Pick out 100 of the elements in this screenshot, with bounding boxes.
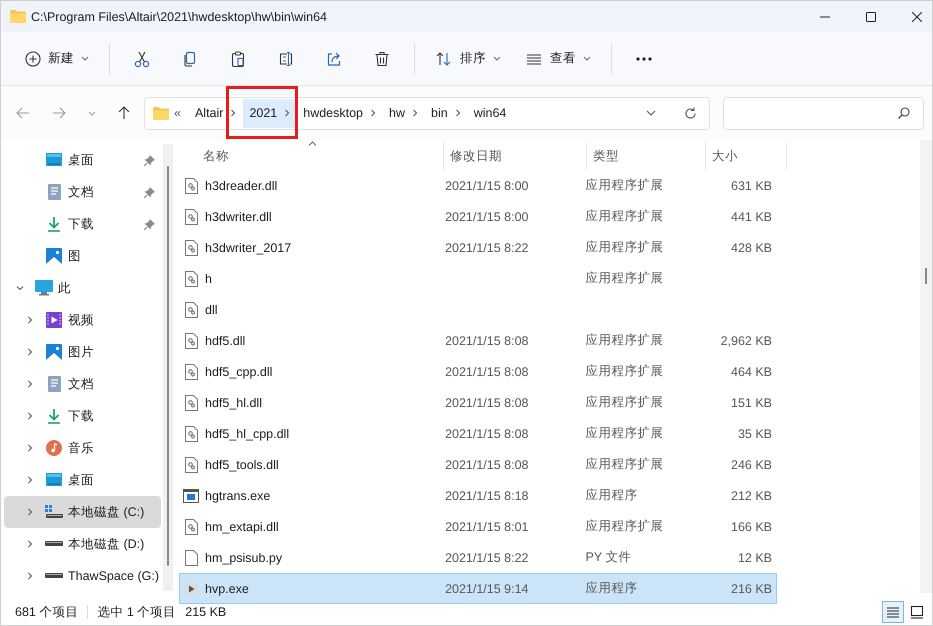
file-type: 应用程序扩展 bbox=[585, 456, 664, 473]
file-row[interactable]: h3dwriter.dll 2021/1/15 8:00 应用程序扩展 441 KB bbox=[179, 201, 777, 232]
scissors-icon bbox=[133, 50, 151, 68]
file-row[interactable]: hm_psisub.py 2021/1/15 8:22 PY 文件 12 KB bbox=[179, 542, 777, 573]
close-icon[interactable] bbox=[912, 12, 922, 22]
sidebar-item[interactable]: 本地磁盘 (C:) bbox=[4, 496, 161, 528]
sidebar-item[interactable]: 桌面 bbox=[4, 464, 161, 496]
drive-icon bbox=[45, 573, 63, 579]
sidebar-item[interactable]: 下载 bbox=[4, 208, 161, 240]
file-row[interactable]: h 应用程序扩展 bbox=[179, 263, 777, 294]
sidebar-label: 本地磁盘 (D:) bbox=[68, 536, 144, 552]
details-view-button[interactable] bbox=[882, 601, 904, 623]
scrollbar[interactable] bbox=[920, 140, 932, 593]
sidebar-item[interactable]: 音乐 bbox=[4, 432, 161, 464]
sidebar-item[interactable]: 此 bbox=[4, 272, 161, 304]
chevron-down-icon[interactable] bbox=[15, 283, 25, 293]
window-file-icon bbox=[183, 488, 199, 502]
chevron-right-icon[interactable] bbox=[25, 571, 35, 581]
refresh-icon[interactable] bbox=[684, 106, 697, 120]
chevron-right-icon[interactable] bbox=[25, 379, 35, 389]
file-row[interactable]: hdf5_tools.dll 2021/1/15 8:08 应用程序扩展 246 KB bbox=[179, 449, 777, 480]
chevron-right-icon[interactable] bbox=[25, 507, 35, 517]
minimize-icon[interactable] bbox=[820, 16, 830, 18]
scrollbar[interactable] bbox=[163, 144, 173, 591]
dropdown-caret-icon[interactable] bbox=[646, 110, 656, 116]
toolbar-button[interactable]: 排序 bbox=[427, 42, 509, 76]
modified-date: 2021/1/15 8:22 bbox=[445, 550, 528, 564]
file-row[interactable]: hvp.exe 2021/1/15 9:14 应用程序 216 KB bbox=[179, 573, 777, 604]
file-row[interactable]: hdf5_hl_cpp.dll 2021/1/15 8:08 应用程序扩展 35 KB bbox=[179, 418, 777, 449]
plus-circle-icon bbox=[25, 50, 41, 66]
file-row[interactable]: h3dreader.dll 2021/1/15 8:00 应用程序扩展 631 KB bbox=[179, 170, 777, 201]
file-row[interactable]: hdf5.dll 2021/1/15 8:08 应用程序扩展 2,962 KB bbox=[179, 325, 777, 356]
sidebar-item[interactable]: 视频 bbox=[4, 304, 161, 336]
column-header[interactable]: 修改日期 bbox=[444, 142, 587, 170]
file-row[interactable]: hm_extapi.dll 2021/1/15 8:01 应用程序扩展 166 KB bbox=[179, 511, 777, 542]
chevron-right-icon[interactable] bbox=[25, 411, 35, 421]
file-type: 应用程序扩展 bbox=[585, 394, 664, 411]
file-size: 441 KB bbox=[731, 210, 772, 224]
chevron-right-icon[interactable] bbox=[25, 475, 35, 485]
chevron-right-icon[interactable] bbox=[25, 443, 35, 453]
recent-caret-icon[interactable] bbox=[88, 110, 96, 116]
breadcrumb-segment[interactable]: hw bbox=[383, 98, 425, 128]
sidebar-item[interactable]: 下载 bbox=[4, 400, 161, 432]
more-dots-icon bbox=[635, 56, 653, 62]
chevron-right-icon[interactable] bbox=[25, 315, 35, 325]
file-name: h bbox=[205, 272, 212, 286]
address-bar[interactable]: « Altair 2021 hwdesktop hw bin win64 bbox=[144, 96, 710, 130]
file-name: h3dwriter_2017 bbox=[205, 240, 292, 254]
file-size: 216 KB bbox=[731, 582, 772, 596]
sidebar-label: 桌面 bbox=[68, 472, 94, 488]
breadcrumb-segment[interactable]: Altair bbox=[188, 98, 244, 128]
file-row[interactable]: h3dwriter_2017 2021/1/15 8:22 应用程序扩展 428 KB bbox=[179, 232, 777, 263]
file-row[interactable]: dll bbox=[179, 294, 777, 325]
sidebar-item[interactable]: 本地磁盘 (D:) bbox=[4, 528, 161, 560]
folder-icon bbox=[153, 106, 169, 120]
sidebar-item[interactable]: 文档 bbox=[4, 176, 161, 208]
up-arrow-icon[interactable] bbox=[118, 106, 130, 120]
maximize-icon[interactable] bbox=[866, 12, 876, 22]
file-name: hdf5_tools.dll bbox=[205, 458, 279, 472]
sidebar-item[interactable]: 图片 bbox=[4, 336, 161, 368]
file-row[interactable]: hdf5_hl.dll 2021/1/15 8:08 应用程序扩展 151 KB bbox=[179, 387, 777, 418]
column-header[interactable]: 大小 bbox=[706, 142, 787, 170]
sidebar-item[interactable]: 桌面 bbox=[4, 144, 161, 176]
chevron-right-icon bbox=[454, 108, 462, 118]
sort-arrows-icon bbox=[435, 50, 453, 68]
file-row[interactable]: hdf5_cpp.dll 2021/1/15 8:08 应用程序扩展 464 KB bbox=[179, 356, 777, 387]
sidebar-item[interactable]: 文档 bbox=[4, 368, 161, 400]
file-name: h3dreader.dll bbox=[205, 178, 278, 192]
breadcrumb-segment[interactable]: bin bbox=[425, 98, 468, 128]
modified-date: 2021/1/15 8:18 bbox=[445, 488, 528, 502]
file-name: h3dwriter.dll bbox=[205, 210, 272, 224]
sidebar-item[interactable]: 图 bbox=[4, 240, 161, 272]
sidebar-label: 文档 bbox=[68, 376, 94, 392]
file-size: 428 KB bbox=[731, 240, 772, 254]
chevron-right-icon[interactable] bbox=[25, 347, 35, 357]
breadcrumb-segment[interactable]: win64 bbox=[468, 98, 512, 128]
back-arrow-icon[interactable] bbox=[16, 107, 30, 119]
file-size: 2,962 KB bbox=[720, 334, 772, 348]
modified-date: 2021/1/15 8:00 bbox=[445, 210, 528, 224]
search-field[interactable] bbox=[723, 96, 924, 130]
modified-date: 2021/1/15 8:08 bbox=[445, 396, 528, 410]
sidebar-item[interactable]: ThawSpace (G:) bbox=[4, 560, 161, 592]
status-text: 681 个项目 bbox=[15, 604, 78, 620]
column-header[interactable]: 名称 bbox=[179, 142, 444, 170]
status-text: 选中 1 个项目 bbox=[97, 604, 176, 620]
file-type: 应用程序扩展 bbox=[585, 518, 664, 535]
file-row[interactable]: hgtrans.exe 2021/1/15 8:18 应用程序 212 KB bbox=[179, 480, 777, 511]
file-name: hdf5.dll bbox=[205, 334, 246, 348]
breadcrumb-segment[interactable]: hwdesktop bbox=[297, 98, 384, 128]
toolbar-button[interactable]: 查看 bbox=[517, 42, 599, 76]
tile-icon bbox=[910, 605, 924, 619]
forward-arrow-icon[interactable] bbox=[52, 107, 66, 119]
breadcrumb-segment[interactable]: 2021 bbox=[243, 98, 298, 128]
chevron-right-icon[interactable] bbox=[25, 539, 35, 549]
overflow-chevrons[interactable]: « bbox=[174, 106, 181, 120]
column-header[interactable]: 类型 bbox=[587, 142, 706, 170]
share-icon bbox=[325, 50, 343, 68]
file-size: 631 KB bbox=[731, 178, 772, 192]
modified-date: 2021/1/15 8:08 bbox=[445, 364, 528, 378]
toolbar-button[interactable]: 新建 bbox=[17, 42, 97, 76]
